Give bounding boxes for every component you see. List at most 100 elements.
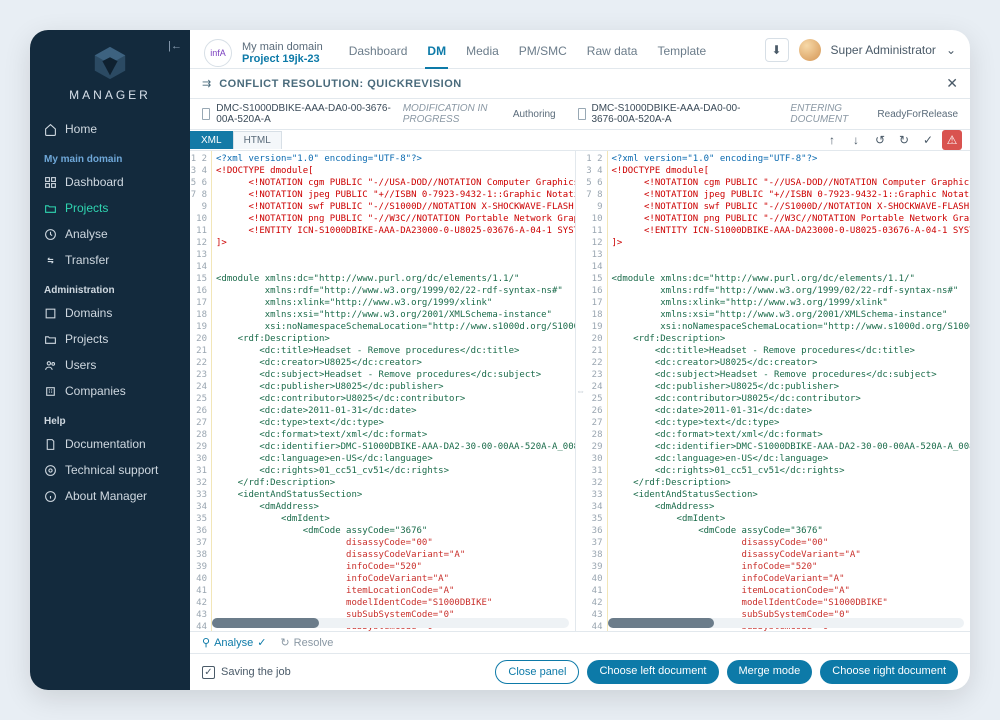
saving-label: Saving the job <box>221 666 291 678</box>
choose-right-button[interactable]: Choose right document <box>820 660 958 684</box>
companies-icon <box>44 385 57 398</box>
chevron-down-icon[interactable]: ⌄ <box>946 43 956 57</box>
saving-toggle[interactable]: ✓ Saving the job <box>202 666 291 679</box>
doc-bar: DMC-S1000DBIKE-AAA-DA0-00-3676-00A-520A-… <box>190 99 970 130</box>
sidebar-item-label: Documentation <box>65 437 146 451</box>
breadcrumb: My main domain Project 19jk-23 <box>242 41 323 65</box>
sidebar-item-projects[interactable]: Projects <box>30 195 190 221</box>
avatar[interactable] <box>799 39 821 61</box>
refresh-icon: ↻ <box>280 636 289 649</box>
sidebar-domain-label: My main domain <box>30 150 190 169</box>
tab-template[interactable]: Template <box>655 38 708 68</box>
projects-icon <box>44 202 57 215</box>
bottom-bar: ✓ Saving the job Close panel Choose left… <box>190 654 970 690</box>
breadcrumb-project[interactable]: Project 19jk-23 <box>242 53 323 65</box>
search-icon: ⚲ <box>202 636 210 649</box>
sidebar-item-label: Dashboard <box>65 175 124 189</box>
tab-pm-smc[interactable]: PM/SMC <box>517 38 569 68</box>
download-button[interactable]: ⬇ <box>765 38 789 62</box>
choose-left-button[interactable]: Choose left document <box>587 660 718 684</box>
tab-raw-data[interactable]: Raw data <box>585 38 640 68</box>
sidebar-item-documentation[interactable]: Documentation <box>30 431 190 457</box>
sidebar-item-label: Projects <box>65 201 108 215</box>
sidebar-item-dashboard[interactable]: Dashboard <box>30 169 190 195</box>
sidebar-item-users[interactable]: Users <box>30 352 190 378</box>
action-strip: ⚲Analyse✓ ↻Resolve <box>190 632 970 654</box>
sidebar-item-projects[interactable]: Projects <box>30 326 190 352</box>
brand-name: MANAGER <box>30 88 190 102</box>
right-status-label: ENTERING DOCUMENT <box>790 103 871 125</box>
left-code[interactable]: <?xml version="1.0" encoding="UTF-8"?> <… <box>212 151 575 631</box>
sidebar-item-label: Technical support <box>65 463 158 477</box>
breadcrumb-domain: My main domain <box>242 41 323 53</box>
left-scrollbar[interactable] <box>212 618 569 628</box>
sidebar-item-transfer[interactable]: Transfer <box>30 247 190 273</box>
conflict-icon: ⇉ <box>202 77 211 90</box>
checkbox-icon[interactable]: ✓ <box>202 666 215 679</box>
left-doc-id: DMC-S1000DBIKE-AAA-DA0-00-3676-00A-520A-… <box>216 103 396 125</box>
sidebar-item-about-manager[interactable]: About Manager <box>30 483 190 509</box>
left-status-label: MODIFICATION IN PROGRESS <box>403 103 507 125</box>
transfer-icon <box>44 254 57 267</box>
sidebar: |← MANAGER Home My main domain Dashboard… <box>30 30 190 690</box>
splitter-icon[interactable]: ⇔ <box>576 151 586 631</box>
editors: 1 2 3 4 5 6 7 8 9 10 11 12 13 14 15 16 1… <box>190 151 970 632</box>
tab-xml[interactable]: XML <box>190 131 233 149</box>
nav-up-icon[interactable]: ↑ <box>822 130 842 150</box>
dashboard-icon <box>44 176 57 189</box>
sidebar-item-technical-support[interactable]: Technical support <box>30 457 190 483</box>
main-tabs: Dashboard DM Media PM/SMC Raw data Template <box>347 38 708 68</box>
collapse-sidebar-icon[interactable]: |← <box>168 40 182 52</box>
logo-block: MANAGER <box>30 44 190 102</box>
close-panel-button[interactable]: Close panel <box>495 660 579 684</box>
analyse-action[interactable]: ⚲Analyse✓ <box>202 636 266 649</box>
documentation-icon <box>44 438 57 451</box>
left-editor[interactable]: 1 2 3 4 5 6 7 8 9 10 11 12 13 14 15 16 1… <box>190 151 576 631</box>
left-gutter: 1 2 3 4 5 6 7 8 9 10 11 12 13 14 15 16 1… <box>190 151 212 631</box>
user-name: Super Administrator <box>831 43 936 57</box>
alert-icon[interactable]: ⚠ <box>942 130 962 150</box>
nav-down-icon[interactable]: ↓ <box>846 130 866 150</box>
sidebar-item-label: Companies <box>65 384 126 398</box>
tab-dm[interactable]: DM <box>425 38 448 68</box>
undo-icon[interactable]: ↺ <box>870 130 890 150</box>
code-tab-strip: XML HTML ↑ ↓ ↺ ↻ ✓ ⚠ <box>190 130 970 151</box>
app-window: |← MANAGER Home My main domain Dashboard… <box>30 30 970 690</box>
sidebar-item-home[interactable]: Home <box>30 116 190 142</box>
left-status: Authoring <box>513 109 556 120</box>
analyse-icon <box>44 228 57 241</box>
right-scrollbar[interactable] <box>608 618 965 628</box>
tab-html[interactable]: HTML <box>233 131 282 149</box>
project-badge: infA <box>204 39 232 67</box>
sidebar-admin-label: Administration <box>30 281 190 300</box>
right-doc-id: DMC-S1000DBIKE-AAA-DA0-00-3676-00A-520A-… <box>592 103 757 125</box>
users-icon <box>44 359 57 372</box>
sidebar-item-domains[interactable]: Domains <box>30 300 190 326</box>
conflict-bar: ⇉ CONFLICT RESOLUTION: QUICKREVISION ✕ <box>190 69 970 99</box>
document-icon <box>578 108 586 120</box>
check-icon[interactable]: ✓ <box>918 130 938 150</box>
merge-mode-button[interactable]: Merge mode <box>727 660 813 684</box>
redo-icon[interactable]: ↻ <box>894 130 914 150</box>
right-status: ReadyForRelease <box>877 109 958 120</box>
sidebar-item-label: Domains <box>65 306 112 320</box>
main-panel: infA My main domain Project 19jk-23 Dash… <box>190 30 970 690</box>
tab-dashboard[interactable]: Dashboard <box>347 38 410 68</box>
sidebar-item-label: Projects <box>65 332 108 346</box>
right-gutter: 1 2 3 4 5 6 7 8 9 10 11 12 13 14 15 16 1… <box>586 151 608 631</box>
tab-media[interactable]: Media <box>464 38 501 68</box>
home-icon <box>44 123 57 136</box>
topbar: infA My main domain Project 19jk-23 Dash… <box>190 30 970 69</box>
logo-icon <box>91 44 129 82</box>
sidebar-item-label: Analyse <box>65 227 108 241</box>
domains-icon <box>44 307 57 320</box>
technical-support-icon <box>44 464 57 477</box>
sidebar-help-label: Help <box>30 412 190 431</box>
sidebar-item-companies[interactable]: Companies <box>30 378 190 404</box>
sidebar-item-analyse[interactable]: Analyse <box>30 221 190 247</box>
close-icon[interactable]: ✕ <box>946 75 958 92</box>
document-icon <box>202 108 210 120</box>
resolve-action[interactable]: ↻Resolve <box>280 636 333 649</box>
right-code[interactable]: <?xml version="1.0" encoding="UTF-8"?> <… <box>608 151 971 631</box>
right-editor[interactable]: 1 2 3 4 5 6 7 8 9 10 11 12 13 14 15 16 1… <box>586 151 971 631</box>
